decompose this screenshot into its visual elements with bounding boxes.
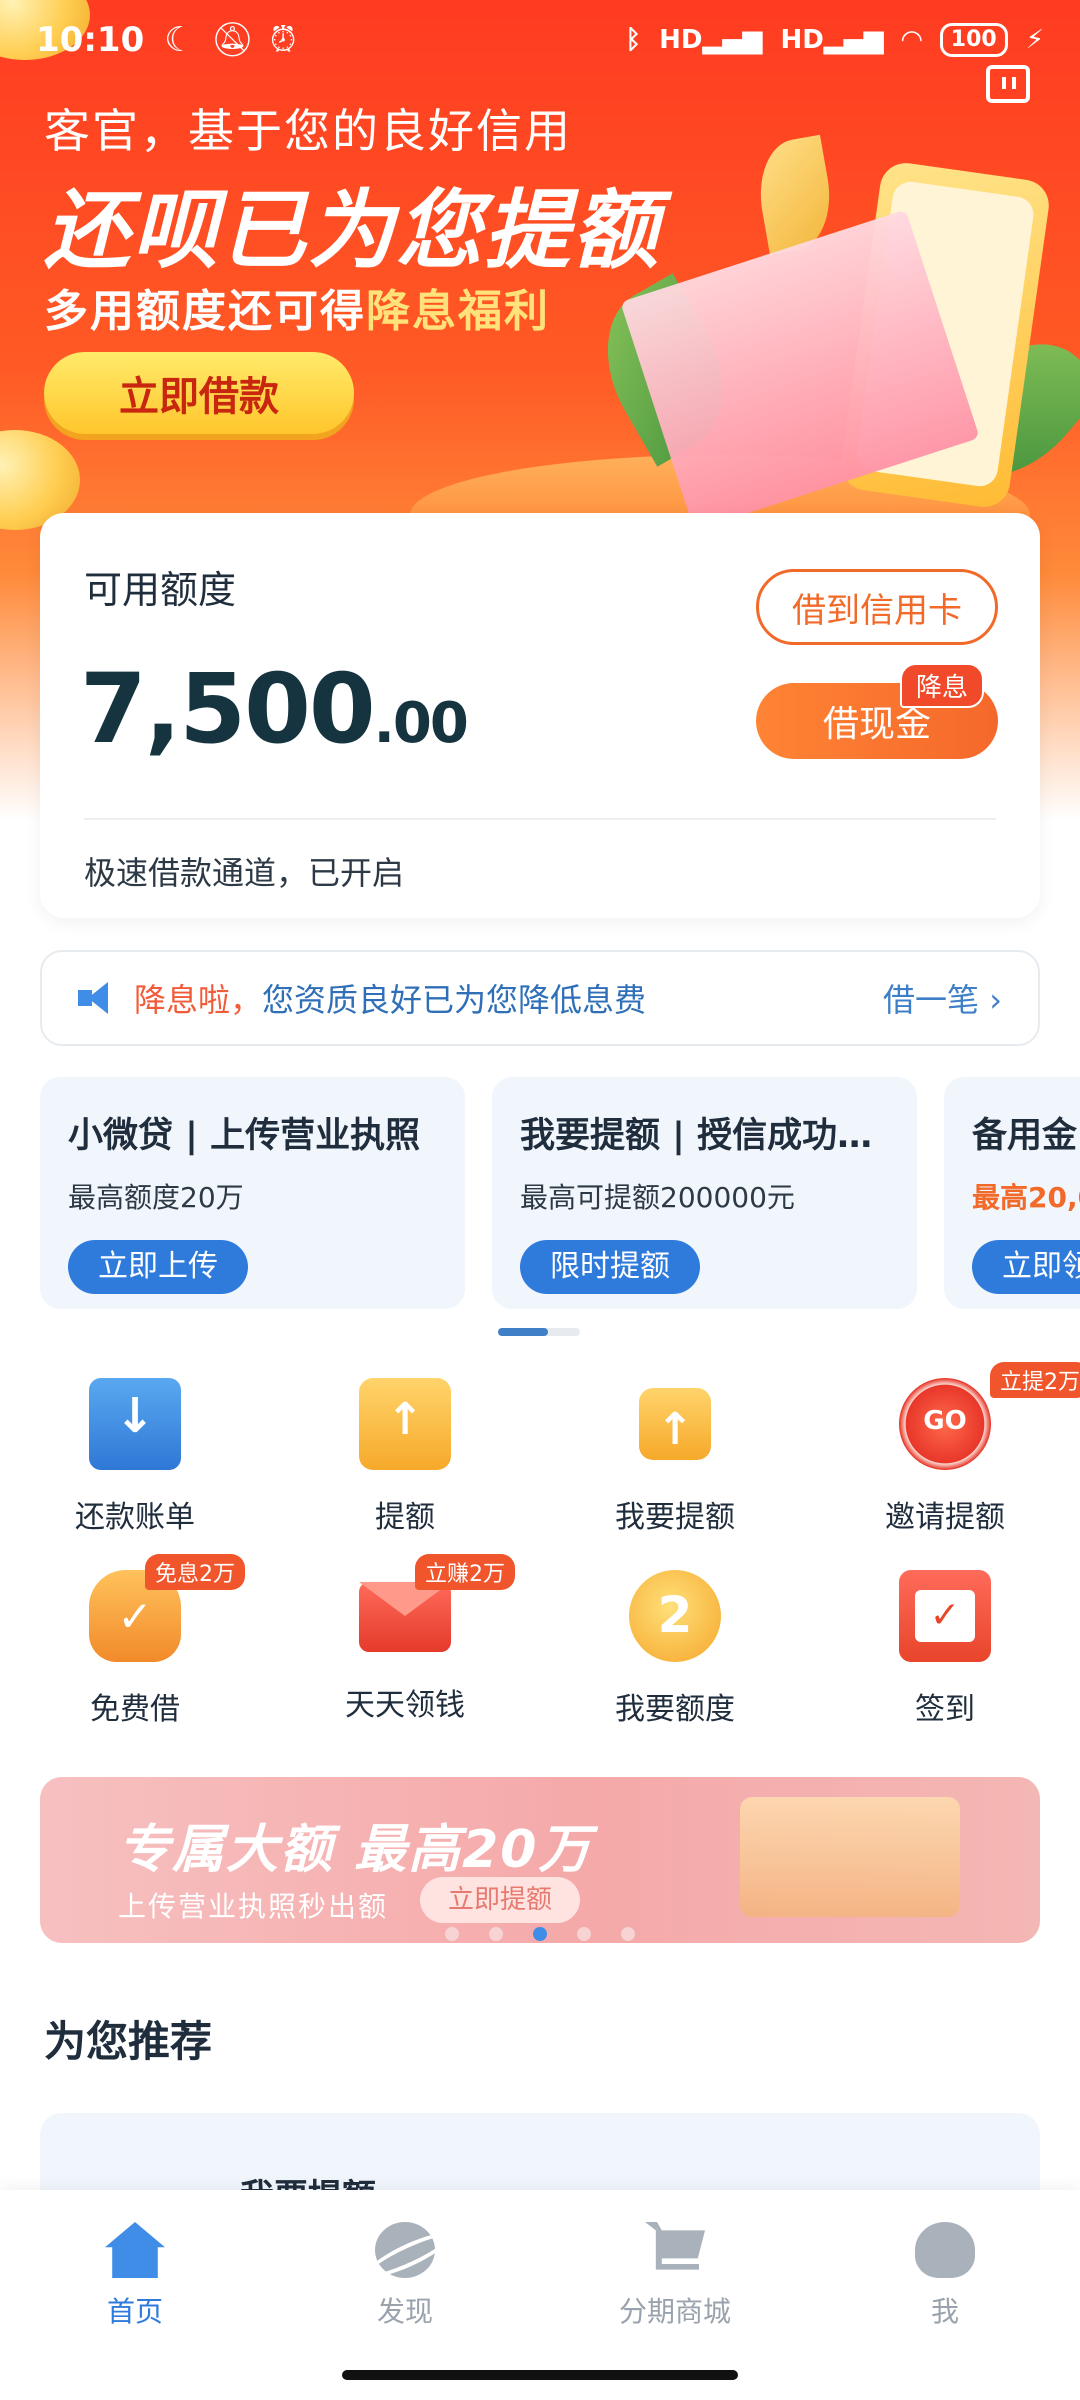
status-time: 10:10 xyxy=(36,20,145,60)
pager-dot[interactable] xyxy=(621,1927,635,1941)
wifi-icon: ◠ xyxy=(901,25,922,55)
recommend-card[interactable]: 我要提额 xyxy=(40,2113,1040,2193)
grid-label: 我要提额 xyxy=(615,1500,735,1535)
grid-label: 提额 xyxy=(375,1500,435,1535)
rate-cut-notice[interactable]: 降息啦，您资质良好已为您降低息费 借一笔 › xyxy=(40,950,1040,1046)
moon-icon: ☾ xyxy=(164,20,195,60)
signal-hd-icon: HD▂▄▆ xyxy=(659,25,763,55)
status-icons-right: ᛒ HD▂▄▆ HD▂▄▆ ◠ 100 ⚡︎ xyxy=(625,23,1044,57)
borrow-to-credit-card-button[interactable]: 借到信用卡 xyxy=(756,569,998,645)
grid-label: 我要额度 xyxy=(615,1692,735,1727)
grid-item-free-borrow[interactable]: 免息2万 免费借 xyxy=(0,1554,270,1730)
grid-item-want-limit[interactable]: 我要额度 xyxy=(540,1570,810,1730)
banner-pager xyxy=(0,1927,1080,1941)
pager-dot[interactable] xyxy=(489,1927,503,1941)
pager-dot[interactable] xyxy=(577,1927,591,1941)
home-icon xyxy=(105,2222,165,2278)
promo-subtitle: 最高额度20万 xyxy=(68,1181,244,1214)
promo-subtitle: 最高可提额200000元 xyxy=(520,1181,795,1214)
bill-download-icon xyxy=(89,1378,181,1470)
cart-icon xyxy=(645,2222,705,2270)
grid-item-raise-limit[interactable]: 提额 xyxy=(270,1378,540,1538)
hero-subtitle: 客官，基于您的良好信用 xyxy=(44,104,572,158)
promo-subtitle: 最高20,0 xyxy=(972,1181,1080,1214)
credit-limit-card: 可用额度 7,500.00 借到信用卡 借现金 降息 极速借款通道，已开启 xyxy=(40,513,1040,918)
grid-item-want-raise[interactable]: 我要提额 xyxy=(540,1378,810,1538)
promo-title: 我要提额 | 授信成功… xyxy=(520,1116,873,1156)
grid-badge: 免息2万 xyxy=(145,1554,245,1590)
nav-item-mall[interactable]: 分期商城 xyxy=(540,2190,810,2400)
status-bar: 10:10 ☾ 🔕︎ ⏰︎ ᛒ HD▂▄▆ HD▂▄▆ ◠ 100 ⚡︎ xyxy=(0,0,1080,80)
planet-icon xyxy=(375,2222,435,2278)
pager-active xyxy=(498,1328,548,1336)
bell-off-icon: 🔕︎ xyxy=(210,20,254,60)
grid-item-invite-raise[interactable]: 立提2万 邀请提额 xyxy=(810,1362,1080,1538)
grid-label: 还款账单 xyxy=(75,1500,195,1535)
grid-label: 天天领钱 xyxy=(345,1688,465,1723)
available-limit-amount: 7,500.00 xyxy=(80,653,469,765)
nav-item-me[interactable]: 我 xyxy=(810,2190,1080,2400)
limited-raise-button[interactable]: 限时提额 xyxy=(520,1240,700,1294)
grid-item-daily-money[interactable]: 立赚2万 天天领钱 xyxy=(270,1554,540,1730)
grid-label: 邀请提额 xyxy=(885,1500,1005,1535)
nav-label: 分期商城 xyxy=(618,2295,731,2328)
raise-now-button[interactable]: 立即提额 xyxy=(420,1877,581,1923)
hero-title: 还呗已为您提额 xyxy=(44,181,660,281)
coin-2-icon xyxy=(629,1570,721,1662)
nav-item-discover[interactable]: 发现 xyxy=(270,2190,540,2400)
charging-icon: ⚡︎ xyxy=(1025,25,1044,55)
grid-badge: 立赚2万 xyxy=(415,1554,515,1590)
alarm-icon: ⏰︎ xyxy=(269,20,297,60)
promo-title: 小微贷 | 上传营业执照 xyxy=(68,1116,421,1156)
banner-subtitle: 上传营业执照秒出额 xyxy=(118,1890,389,1923)
go-target-icon xyxy=(899,1378,991,1470)
hero-promo-text: 多用额度还可得降息福利 xyxy=(44,286,550,337)
calendar-check-icon xyxy=(899,1570,991,1662)
borrow-now-button[interactable]: 立即借款 xyxy=(44,352,354,434)
red-envelope-icon xyxy=(359,1582,451,1652)
message-icon[interactable] xyxy=(986,65,1030,103)
battery-icon: 100 xyxy=(939,23,1008,57)
signal-hd-icon: HD▂▄▆ xyxy=(780,25,884,55)
upload-now-button[interactable]: 立即上传 xyxy=(68,1240,248,1294)
promo-title: 备用金 xyxy=(972,1116,1078,1156)
nav-label: 发现 xyxy=(376,2295,433,2328)
divider xyxy=(84,818,996,820)
bluetooth-icon: ᛒ xyxy=(625,25,642,55)
banner-title: 专属大额 最高20万 xyxy=(118,1820,593,1880)
promo-card[interactable]: 备用金 最高20,0 立即领 xyxy=(944,1077,1080,1309)
nav-label: 首页 xyxy=(106,2295,163,2328)
fast-channel-text: 极速借款通道，已开启 xyxy=(84,854,405,892)
claim-now-button[interactable]: 立即领 xyxy=(972,1240,1080,1294)
bottom-nav: 首页 发现 分期商城 我 xyxy=(0,2190,1080,2400)
hero-promo-highlight: 降息福利 xyxy=(366,286,550,337)
money-stack-illustration xyxy=(740,1797,960,1917)
rate-cut-badge: 降息 xyxy=(899,663,984,708)
grid-item-repayment-bill[interactable]: 还款账单 xyxy=(0,1378,270,1538)
wallet-up-icon xyxy=(639,1388,711,1460)
promo-card[interactable]: 小微贷 | 上传营业执照 最高额度20万 立即上传 xyxy=(40,1077,465,1309)
pager-dot-active[interactable] xyxy=(533,1927,547,1941)
wallet-up-icon xyxy=(359,1378,451,1470)
grid-label: 签到 xyxy=(915,1692,975,1727)
nav-label: 我 xyxy=(930,2295,959,2328)
user-icon xyxy=(915,2222,975,2278)
home-indicator[interactable] xyxy=(342,2370,738,2380)
pager-dot[interactable] xyxy=(445,1927,459,1941)
grid-badge: 立提2万 xyxy=(990,1362,1080,1398)
notice-text: 降息啦，您资质良好已为您降低息费 xyxy=(134,981,647,1019)
nav-item-home[interactable]: 首页 xyxy=(0,2190,270,2400)
available-limit-label: 可用额度 xyxy=(84,568,237,612)
promo-banner[interactable]: 专属大额 最高20万 上传营业执照秒出额 立即提额 xyxy=(40,1777,1040,1943)
grid-item-check-in[interactable]: 签到 xyxy=(810,1570,1080,1730)
status-icons-left: ☾ 🔕︎ ⏰︎ xyxy=(164,20,296,60)
grid-label: 免费借 xyxy=(90,1692,180,1727)
section-title-recommend: 为您推荐 xyxy=(44,2017,213,2066)
promo-pager xyxy=(498,1328,580,1336)
borrow-one-link[interactable]: 借一笔 › xyxy=(883,975,1002,1021)
promo-card[interactable]: 我要提额 | 授信成功… 最高可提额200000元 限时提额 xyxy=(492,1077,917,1309)
speaker-icon xyxy=(78,982,118,1014)
